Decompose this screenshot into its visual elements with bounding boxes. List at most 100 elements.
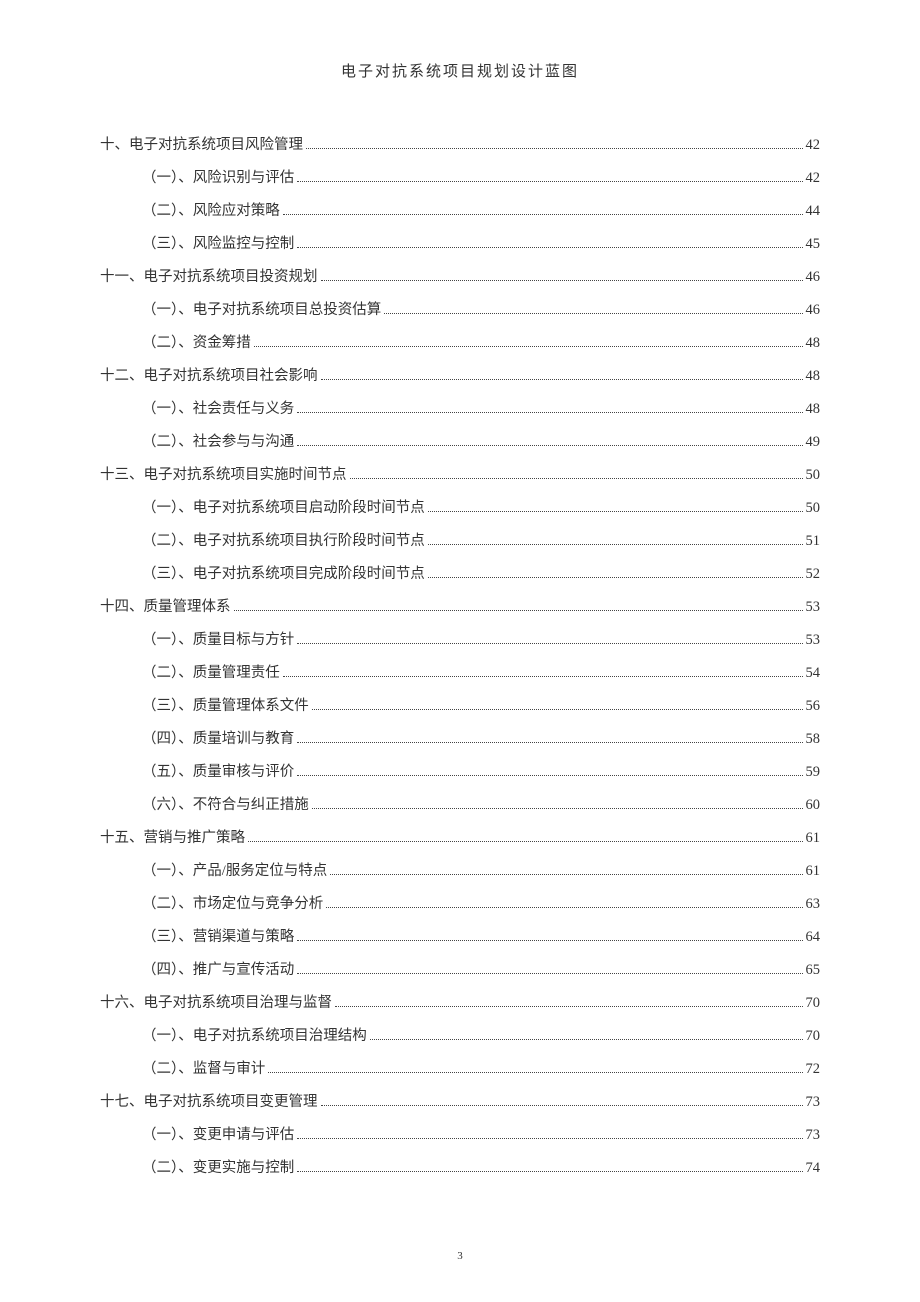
toc-row: 十二、电子对抗系统项目社会影响48 [100,362,820,391]
toc-row: （六）、不符合与纠正措施 60 [100,791,820,820]
toc-leader-dots [428,511,803,512]
toc-row: 十七、电子对抗系统项目变更管理73 [100,1088,820,1117]
toc-leader-dots [254,346,803,347]
toc-leader-dots [248,841,803,842]
toc-entry-label: （一）、风险识别与评估 [142,164,294,193]
toc-entry-page: 65 [806,956,821,985]
toc-row: （三）、风险监控与控制45 [100,230,820,259]
toc-entry-page: 59 [806,758,821,787]
toc-leader-dots [297,940,802,941]
toc-entry-page: 44 [806,197,821,226]
toc-leader-dots [297,412,802,413]
toc-entry-label: 十六、电子对抗系统项目治理与监督 [100,989,332,1018]
toc-entry-label: （二）、市场定位与竞争分析 [142,890,323,919]
toc-entry-label: （二）、风险应对策略 [142,197,280,226]
toc-leader-dots [297,181,802,182]
toc-entry-label: （五）、质量审核与评价 [142,758,294,787]
toc-row: （二）、变更实施与控制74 [100,1154,820,1183]
table-of-contents: 十、电子对抗系统项目风险管理 42 （一）、风险识别与评估 42 （二）、风险应对策略 4… [100,131,820,1183]
toc-row: （一）、电子对抗系统项目启动阶段时间节点50 [100,494,820,523]
toc-entry-page: 60 [806,791,821,820]
page-header-title: 电子对抗系统项目规划设计蓝图 [100,60,820,81]
toc-row: （二）、市场定位与竞争分析 63 [100,890,820,919]
toc-row: （一）、变更申请与评估73 [100,1121,820,1150]
toc-row: 十五、营销与推广策略 61 [100,824,820,853]
toc-entry-label: 十、电子对抗系统项目风险管理 [100,131,303,160]
toc-row: （二）、电子对抗系统项目执行阶段时间节点51 [100,527,820,556]
toc-leader-dots [297,973,802,974]
toc-leader-dots [326,907,802,908]
toc-entry-page: 63 [806,890,821,919]
toc-row: （四）、推广与宣传活动65 [100,956,820,985]
toc-leader-dots [321,379,803,380]
toc-entry-page: 42 [806,131,821,160]
toc-entry-page: 42 [806,164,821,193]
toc-entry-page: 52 [806,560,821,589]
toc-entry-label: （一）、质量目标与方针 [142,626,294,655]
toc-entry-label: （二）、资金筹措 [142,329,251,358]
toc-row: （二）、质量管理责任54 [100,659,820,688]
toc-row: 十一、电子对抗系统项目投资规划46 [100,263,820,292]
toc-row: （一）、电子对抗系统项目治理结构70 [100,1022,820,1051]
toc-leader-dots [297,1138,802,1139]
toc-row: 十、电子对抗系统项目风险管理 42 [100,131,820,160]
toc-entry-page: 74 [806,1154,821,1183]
toc-entry-page: 50 [806,461,821,490]
toc-entry-page: 64 [806,923,821,952]
document-page: 电子对抗系统项目规划设计蓝图 十、电子对抗系统项目风险管理 42 （一）、风险识别与… [0,0,920,1183]
toc-entry-page: 48 [806,362,821,391]
toc-entry-page: 61 [806,824,821,853]
toc-leader-dots [268,1072,802,1073]
toc-row: （一）、产品/服务定位与特点61 [100,857,820,886]
toc-leader-dots [297,775,802,776]
toc-leader-dots [297,742,802,743]
toc-leader-dots [384,313,802,314]
page-number: 3 [0,1250,920,1262]
toc-entry-page: 70 [806,1022,821,1051]
toc-leader-dots [321,1105,803,1106]
toc-leader-dots [335,1006,803,1007]
toc-entry-label: 十五、营销与推广策略 [100,824,245,853]
toc-entry-label: （四）、质量培训与教育 [142,725,294,754]
toc-entry-page: 56 [806,692,821,721]
toc-entry-label: （六）、不符合与纠正措施 [142,791,309,820]
toc-entry-label: （二）、社会参与与沟通 [142,428,294,457]
toc-row: （一）、电子对抗系统项目总投资估算46 [100,296,820,325]
toc-row: 十六、电子对抗系统项目治理与监督 70 [100,989,820,1018]
toc-entry-page: 53 [806,626,821,655]
toc-leader-dots [312,709,803,710]
toc-entry-page: 53 [806,593,821,622]
toc-row: （四）、质量培训与教育 58 [100,725,820,754]
toc-entry-page: 61 [806,857,821,886]
toc-entry-page: 45 [806,230,821,259]
toc-leader-dots [312,808,803,809]
toc-leader-dots [283,214,803,215]
toc-entry-page: 58 [806,725,821,754]
toc-row: 十四、质量管理体系53 [100,593,820,622]
toc-leader-dots [297,445,802,446]
toc-row: （三）、电子对抗系统项目完成阶段时间节点 52 [100,560,820,589]
toc-entry-label: （三）、质量管理体系文件 [142,692,309,721]
toc-entry-label: （一）、电子对抗系统项目启动阶段时间节点 [142,494,425,523]
toc-row: （二）、资金筹措48 [100,329,820,358]
toc-leader-dots [234,610,803,611]
toc-row: （五）、质量审核与评价 59 [100,758,820,787]
toc-leader-dots [370,1039,803,1040]
toc-entry-page: 73 [806,1121,821,1150]
toc-row: 十三、电子对抗系统项目实施时间节点 50 [100,461,820,490]
toc-row: （三）、质量管理体系文件 56 [100,692,820,721]
toc-entry-page: 70 [806,989,821,1018]
toc-entry-page: 72 [806,1055,821,1084]
toc-leader-dots [306,148,803,149]
toc-entry-page: 54 [806,659,821,688]
toc-entry-label: （三）、营销渠道与策略 [142,923,294,952]
toc-entry-page: 46 [806,263,821,292]
toc-row: （一）、质量目标与方针 53 [100,626,820,655]
toc-entry-label: （一）、社会责任与义务 [142,395,294,424]
toc-leader-dots [428,544,803,545]
toc-leader-dots [350,478,803,479]
toc-entry-label: （三）、电子对抗系统项目完成阶段时间节点 [142,560,425,589]
toc-leader-dots [297,1171,802,1172]
toc-row: （二）、风险应对策略 44 [100,197,820,226]
toc-entry-label: 十三、电子对抗系统项目实施时间节点 [100,461,347,490]
